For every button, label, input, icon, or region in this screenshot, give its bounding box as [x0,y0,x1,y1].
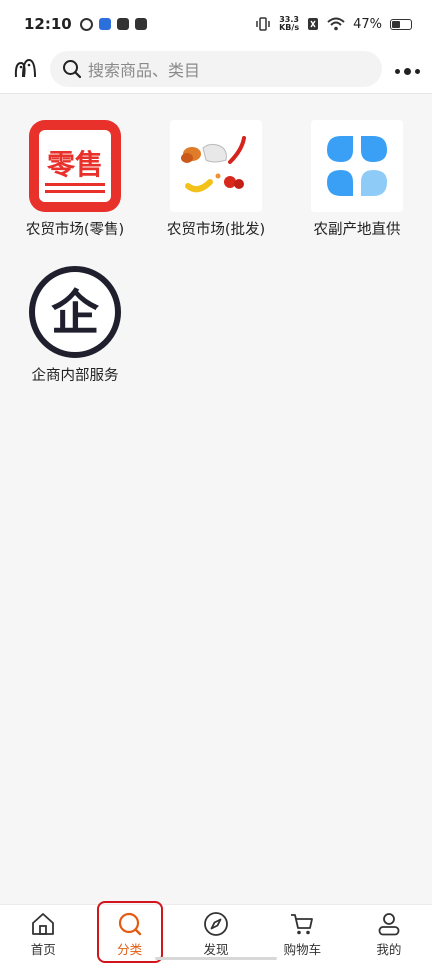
compass-icon [204,912,228,936]
produce-icon [170,120,262,212]
enterprise-icon-text: 企 [51,285,100,341]
category-label: 农副产地直供 [313,222,401,238]
tab-label: 发现 [203,942,229,957]
search-input[interactable]: 搜索商品、类目 [50,51,382,87]
app-notification-icon [98,18,111,30]
home-indicator[interactable] [155,957,277,960]
category-item-wholesale[interactable]: 农贸市场(批发) [156,120,276,239]
search-icon [63,60,82,79]
cart-icon [291,914,314,935]
bottom-tab-bar: 首页 分类 发现 购物车 我的 [0,904,432,965]
category-label: 农贸市场(批发) [166,222,266,238]
tab-category[interactable]: 分类 [86,905,172,965]
home-icon [32,913,55,935]
user-icon [378,913,400,936]
scan-icon[interactable] [12,57,40,81]
blue-petals-icon [311,120,403,212]
category-item-origin-supply[interactable]: 农副产地直供 [297,120,417,239]
tab-mine[interactable]: 我的 [346,905,432,965]
category-item-enterprise[interactable]: 企 企商内部服务 [15,266,135,385]
wifi-icon [327,17,345,31]
category-item-retail[interactable]: 零售 农贸市场(零售) [15,120,135,239]
link-icon [79,17,93,31]
enterprise-icon: 企 [29,266,121,358]
tab-discover[interactable]: 发现 [173,905,259,965]
status-right: 33.3 KB/s 47% [255,16,412,32]
tab-home[interactable]: 首页 [0,905,86,965]
bag-icon [134,18,147,30]
search-icon [118,912,141,936]
net-speed-unit: KB/s [279,23,300,32]
sim-icon [308,18,319,30]
tab-label: 分类 [117,942,143,957]
status-time: 12:10 [24,15,72,33]
net-speed: 33.3 KB/s [279,16,299,32]
tab-label: 购物车 [283,942,322,957]
battery-percent: 47% [353,16,382,32]
retail-icon-text: 零售 [47,148,103,181]
tab-label: 首页 [30,942,56,957]
more-dots-icon[interactable] [395,68,420,75]
category-label: 农贸市场(零售) [25,222,125,238]
message-icon [116,18,129,30]
retail-icon: 零售 [29,120,121,212]
search-header: 搜索商品、类目 [0,48,432,94]
tab-cart[interactable]: 购物车 [259,905,345,965]
battery-icon [390,18,412,30]
tab-label: 我的 [376,942,402,957]
category-label: 企商内部服务 [31,368,119,384]
vibrate-icon [256,17,270,31]
search-placeholder: 搜索商品、类目 [88,61,201,80]
notification-icons [79,17,147,31]
status-bar: 12:10 33.3 KB/s 47% [0,0,432,48]
